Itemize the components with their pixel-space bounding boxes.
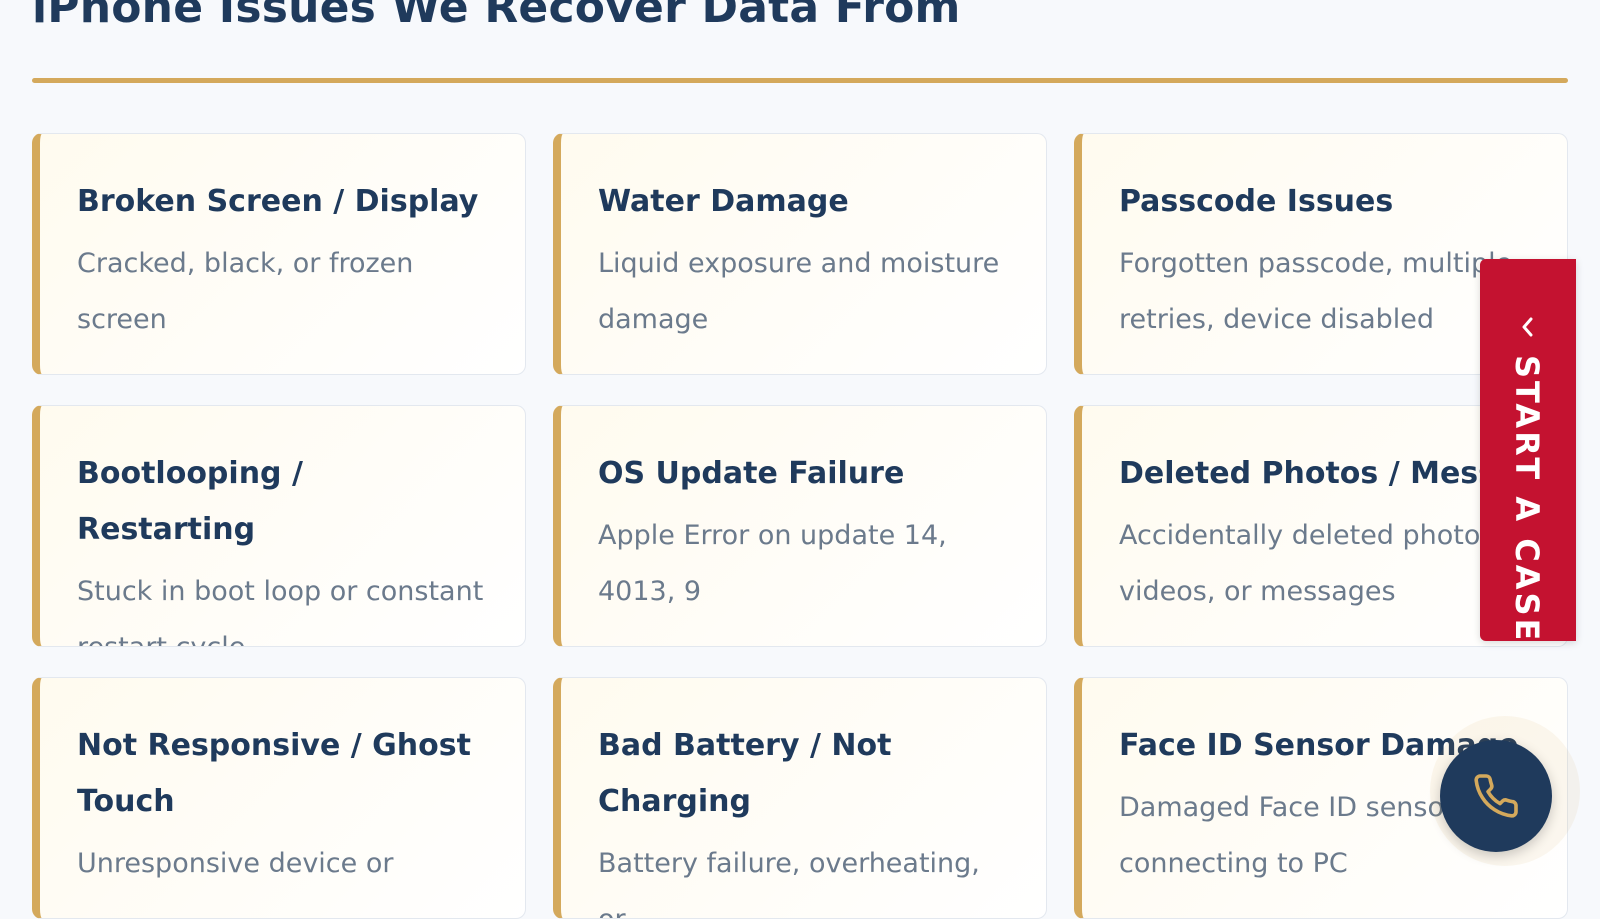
issue-card-title: Bad Battery / Not Charging (598, 728, 892, 819)
issue-card-description: Unresponsive device or (77, 848, 394, 879)
issue-card-title: Not Responsive / Ghost Touch (77, 728, 471, 819)
issue-card-title: Broken Screen / Display (77, 184, 479, 219)
start-a-case-label: START A CASE (1508, 355, 1546, 644)
issue-card: Broken Screen / Display Cracked, black, … (32, 133, 526, 375)
issue-card-description: Cracked, black, or frozen screen (77, 248, 414, 335)
issue-card-title: Passcode Issues (1119, 184, 1394, 219)
call-button[interactable] (1440, 740, 1552, 852)
issue-card-description: Stuck in boot loop or constant restart c… (77, 576, 484, 646)
issue-card-description: Accidentally deleted photos, videos, or … (1119, 520, 1504, 607)
title-divider (32, 78, 1568, 83)
page-title: iPhone Issues We Recover Data From (32, 0, 961, 33)
issue-card: Water Damage Liquid exposure and moistur… (553, 133, 1047, 375)
issue-card-description: Apple Error on update 14, 4013, 9 (598, 520, 947, 607)
chevron-left-icon (1522, 317, 1533, 337)
issue-card-title: Deleted Photos / Messages (1119, 456, 1568, 491)
phone-icon (1474, 774, 1518, 818)
issue-card: Bootlooping / Restarting Stuck in boot l… (32, 405, 526, 647)
issue-card: OS Update Failure Apple Error on update … (553, 405, 1047, 647)
issue-card-title: Bootlooping / Restarting (77, 456, 303, 547)
issue-card-title: Water Damage (598, 184, 849, 219)
issue-card: Not Responsive / Ghost Touch Unresponsiv… (32, 677, 526, 919)
issue-card-description: Liquid exposure and moisture damage (598, 248, 1000, 335)
issue-card-description: Battery failure, overheating, or (598, 848, 980, 918)
start-a-case-tab[interactable]: START A CASE (1480, 259, 1576, 644)
issue-card: Bad Battery / Not Charging Battery failu… (553, 677, 1047, 919)
issues-grid: Broken Screen / Display Cracked, black, … (32, 133, 1568, 919)
issue-card-description: Forgotten passcode, multiple retries, de… (1119, 248, 1513, 335)
issue-card-title: OS Update Failure (598, 456, 905, 491)
